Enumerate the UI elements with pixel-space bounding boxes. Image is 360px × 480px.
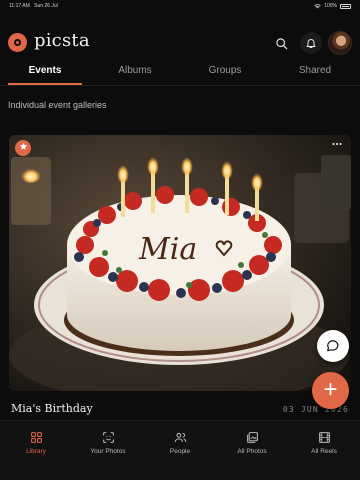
status-right: 100% <box>314 3 351 9</box>
nav-label-all-reels: All Reels <box>311 448 337 455</box>
battery-icon <box>340 3 351 9</box>
nav-item-people[interactable]: People <box>144 421 216 480</box>
event-title[interactable]: Mia's Birthday <box>11 402 93 415</box>
favorite-badge[interactable] <box>15 140 31 156</box>
app-title: picsta <box>34 30 90 51</box>
bottom-nav: Library Your Photos People All Photos Al… <box>0 420 360 480</box>
notifications-button[interactable] <box>300 32 322 54</box>
bell-icon <box>306 39 316 48</box>
status-left: 11:17 AM Sun 26 Jul <box>9 3 58 9</box>
add-button[interactable]: + <box>312 372 349 409</box>
wifi-icon <box>314 3 321 8</box>
grid-icon <box>29 430 43 444</box>
status-time: 11:17 AM <box>9 3 30 9</box>
nav-label-library: Library <box>26 448 46 455</box>
more-dots-icon <box>332 143 342 145</box>
status-bar: 11:17 AM Sun 26 Jul 100% <box>0 0 360 12</box>
card-more-button[interactable] <box>329 138 345 150</box>
nav-label-your-photos: Your Photos <box>90 448 126 455</box>
nav-item-your-photos[interactable]: Your Photos <box>72 421 144 480</box>
film-icon <box>317 430 331 444</box>
section-subtitle: Individual event galleries <box>8 100 107 110</box>
app-header: picsta <box>0 26 360 60</box>
nav-label-people: People <box>169 448 191 455</box>
nav-label-all-photos: All Photos <box>237 448 267 455</box>
event-cover-photo: Mia <box>9 135 351 391</box>
battery-percent: 100% <box>324 3 337 9</box>
chat-bubble-icon <box>327 340 339 352</box>
search-button[interactable] <box>271 33 291 53</box>
people-icon <box>173 430 187 444</box>
status-date: Sun 26 Jul <box>34 3 58 9</box>
nav-item-library[interactable]: Library <box>0 421 72 480</box>
tab-albums[interactable]: Albums <box>90 60 180 85</box>
star-icon <box>19 142 27 150</box>
tab-groups[interactable]: Groups <box>180 60 270 85</box>
face-scan-icon <box>101 430 115 444</box>
nav-item-all-photos[interactable]: All Photos <box>216 421 288 480</box>
tab-shared[interactable]: Shared <box>270 60 360 85</box>
nav-item-all-reels[interactable]: All Reels <box>288 421 360 480</box>
event-card[interactable]: Mia <box>9 135 351 391</box>
user-avatar[interactable] <box>328 31 352 55</box>
category-tabs: Events Albums Groups Shared <box>0 60 360 86</box>
photos-icon <box>245 430 259 444</box>
tab-events[interactable]: Events <box>0 60 90 85</box>
search-icon <box>275 37 287 49</box>
app-logo-icon <box>8 33 27 52</box>
chat-button[interactable] <box>317 330 349 362</box>
cake-inscription: Mia <box>138 232 197 267</box>
